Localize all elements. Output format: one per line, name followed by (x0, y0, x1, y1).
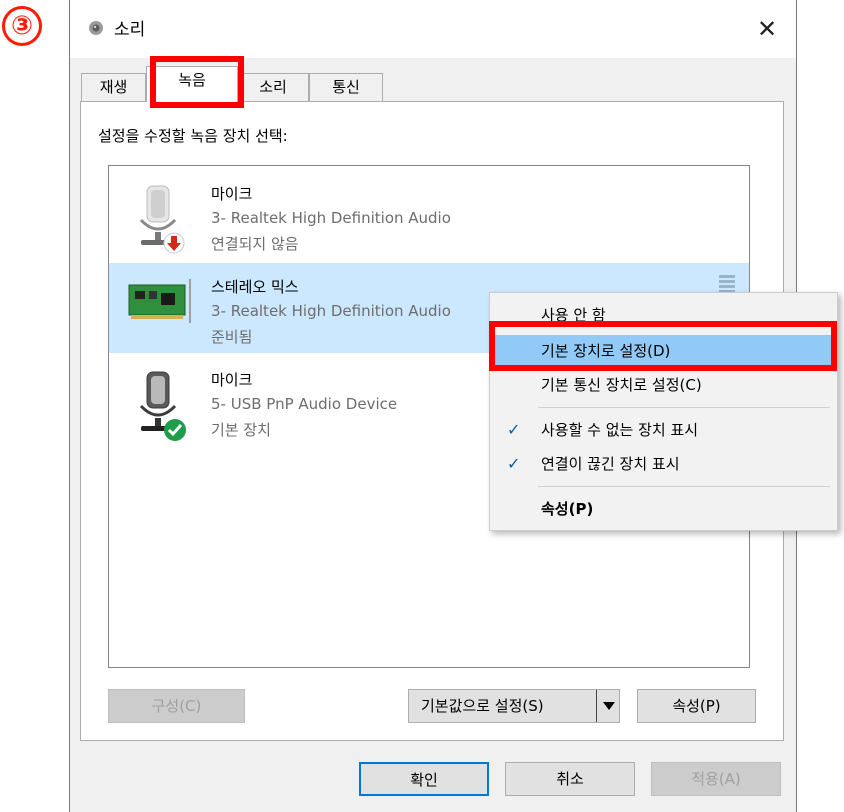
menu-item-label: 속성(P) (541, 500, 594, 518)
chevron-down-icon[interactable] (603, 702, 615, 710)
tab-sounds[interactable]: 소리 (237, 73, 309, 101)
device-status: 준비됨 (211, 328, 253, 346)
split-divider (596, 690, 597, 722)
microphone-icon (139, 185, 177, 245)
menu-item-label: 기본 통신 장치로 설정(C) (541, 376, 702, 394)
menu-highlight-box (489, 321, 837, 371)
step-number-marker: ③ (2, 6, 42, 46)
check-icon: ✓ (507, 420, 521, 439)
disconnected-arrow-icon (163, 232, 185, 254)
set-default-split-button[interactable]: 기본값으로 설정(S) (408, 689, 620, 723)
menu-item-show-disconnected[interactable]: ✓ 연결이 끊긴 장치 표시 (493, 448, 834, 480)
menu-separator (538, 407, 830, 408)
ok-button[interactable]: 확인 (359, 762, 489, 796)
device-name: 마이크 (211, 185, 253, 203)
device-name: 스테레오 믹스 (211, 278, 299, 296)
cancel-button[interactable]: 취소 (505, 762, 635, 796)
menu-separator (538, 486, 830, 487)
device-status: 기본 장치 (211, 421, 271, 439)
device-item[interactable]: 마이크 3- Realtek High Definition Audio 연결되… (109, 170, 749, 260)
speaker-icon (89, 21, 103, 35)
level-meter-icon (719, 275, 735, 293)
set-default-label: 기본값으로 설정(S) (421, 697, 544, 715)
instruction-label: 설정을 수정할 녹음 장치 선택: (98, 127, 288, 145)
menu-item-label: 사용할 수 없는 장치 표시 (541, 421, 699, 439)
apply-button[interactable]: 적용(A) (651, 762, 781, 796)
tab-communications[interactable]: 통신 (309, 73, 383, 101)
check-icon: ✓ (507, 454, 521, 473)
tab-highlight-box (150, 56, 244, 108)
menu-item-properties[interactable]: 속성(P) (493, 493, 834, 525)
menu-item-label: 연결이 끊긴 장치 표시 (541, 455, 680, 473)
menu-item-set-default-comm[interactable]: 기본 통신 장치로 설정(C) (493, 369, 834, 401)
close-button[interactable]: ✕ (746, 8, 788, 50)
properties-button[interactable]: 속성(P) (637, 689, 756, 723)
device-description: 3- Realtek High Definition Audio (211, 209, 451, 227)
device-description: 5- USB PnP Audio Device (211, 395, 398, 413)
title-bar: 소리 ✕ (70, 0, 796, 58)
device-status: 연결되지 않음 (211, 235, 299, 253)
device-name: 마이크 (211, 371, 253, 389)
device-description: 3- Realtek High Definition Audio (211, 302, 451, 320)
default-check-icon (164, 419, 186, 441)
window-title: 소리 (114, 20, 146, 40)
configure-button[interactable]: 구성(C) (108, 689, 245, 723)
tab-playback[interactable]: 재생 (81, 73, 146, 101)
sound-card-icon (128, 279, 191, 323)
menu-item-show-disabled[interactable]: ✓ 사용할 수 없는 장치 표시 (493, 414, 834, 446)
